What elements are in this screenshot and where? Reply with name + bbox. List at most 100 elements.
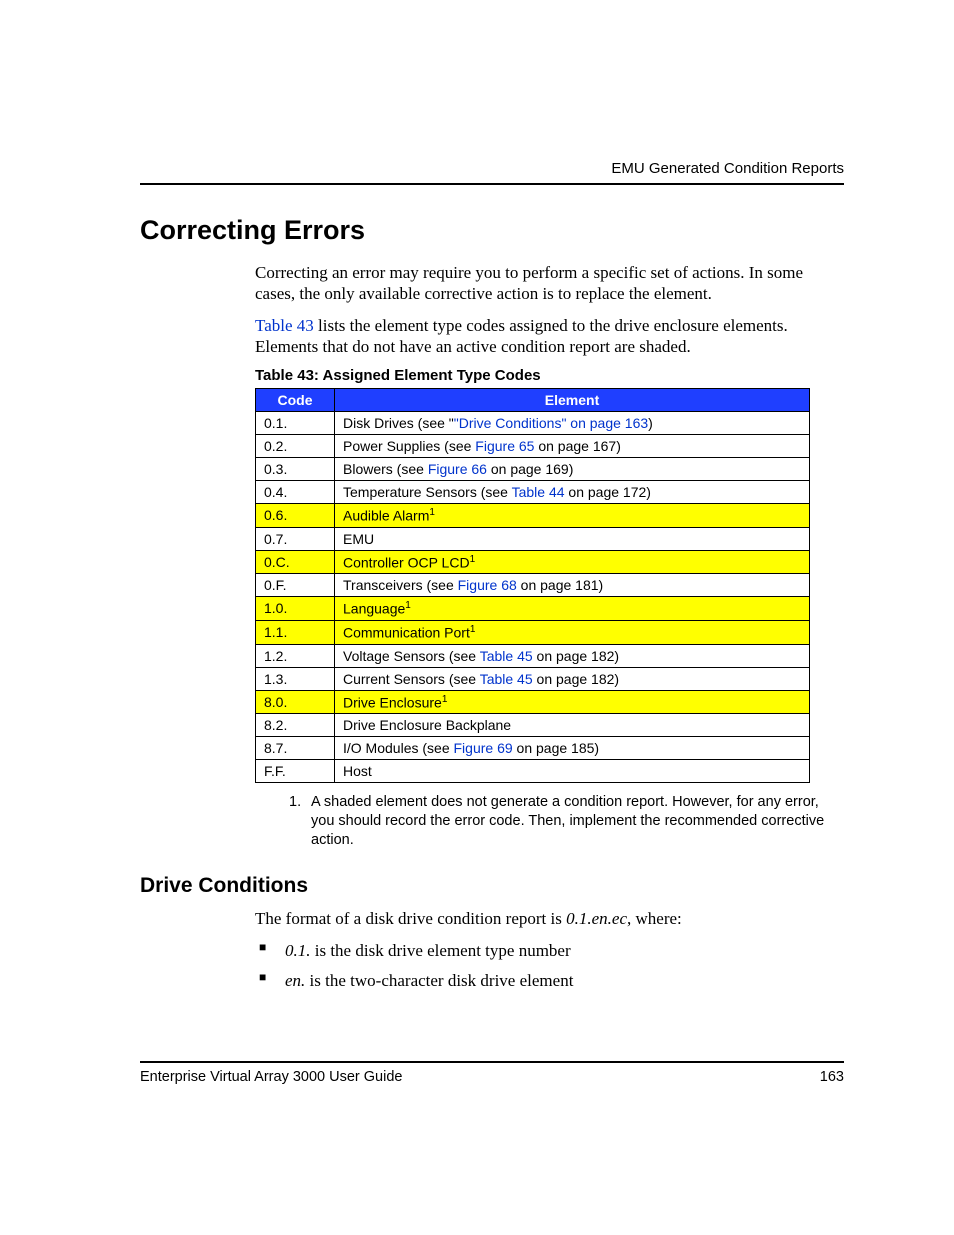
cell-element-link[interactable]: Figure 68 (458, 577, 517, 593)
cell-element-link[interactable]: "Drive Conditions" on page 163 (454, 415, 648, 431)
cell-element: Communication Port1 (335, 620, 810, 644)
cell-code: 0.2. (256, 435, 335, 458)
cell-element: Controller OCP LCD1 (335, 550, 810, 574)
table-row: 1.2.Voltage Sensors (see Table 45 on pag… (256, 644, 810, 667)
cell-element-pre: Voltage Sensors (see (343, 648, 480, 664)
cell-element: Temperature Sensors (see Table 44 on pag… (335, 481, 810, 504)
table-element-type-codes: Code Element 0.1.Disk Drives (see ""Driv… (255, 388, 810, 783)
cell-element-pre: EMU (343, 531, 374, 547)
section-heading-drive-conditions: Drive Conditions (140, 874, 844, 898)
table-row: 0.3.Blowers (see Figure 66 on page 169) (256, 458, 810, 481)
section-heading-correcting-errors: Correcting Errors (140, 215, 844, 246)
cell-element: Transceivers (see Figure 68 on page 181) (335, 574, 810, 597)
para-drive-format: The format of a disk drive condition rep… (255, 908, 844, 929)
cell-code: 0.7. (256, 527, 335, 550)
cell-element-pre: Blowers (see (343, 461, 428, 477)
header-rule (140, 183, 844, 185)
table-row: 8.2.Drive Enclosure Backplane (256, 714, 810, 737)
cell-element-post: on page 172) (565, 484, 651, 500)
cell-element-pre: Power Supplies (see (343, 438, 475, 454)
bullet-1-i: 0.1. (285, 941, 311, 960)
cell-element-post: on page 182) (533, 671, 619, 687)
bullet-2-i: en. (285, 971, 305, 990)
table-footnote: 1. A shaded element does not generate a … (289, 793, 844, 850)
cell-element-pre: Drive Enclosure (343, 694, 442, 710)
cell-element-pre: Audible Alarm (343, 508, 429, 524)
bullet-1-t: is the disk drive element type number (311, 941, 571, 960)
cell-code: 1.0. (256, 597, 335, 621)
cell-element: I/O Modules (see Figure 69 on page 185) (335, 737, 810, 760)
table-row: 0.6. Audible Alarm1 (256, 504, 810, 528)
bullet-2: en. is the two-character disk drive elem… (255, 969, 844, 993)
footnote-text: A shaded element does not generate a con… (311, 793, 844, 850)
para-intro-2-rest: lists the element type codes assigned to… (255, 316, 788, 356)
page-footer: Enterprise Virtual Array 3000 User Guide… (140, 1061, 844, 1085)
cell-element-pre: Disk Drives (see " (343, 415, 454, 431)
link-table43[interactable]: Table 43 (255, 316, 314, 335)
th-code: Code (256, 389, 335, 412)
cell-element: Host (335, 760, 810, 783)
cell-element-post: ) (648, 415, 653, 431)
cell-element-sup: 1 (442, 694, 448, 705)
drive-format-bullets: 0.1. is the disk drive element type numb… (255, 939, 844, 993)
cell-code: 0.4. (256, 481, 335, 504)
cell-element-pre: Controller OCP LCD (343, 554, 470, 570)
para-intro-2: Table 43 lists the element type codes as… (255, 315, 844, 358)
table-row: 1.1.Communication Port1 (256, 620, 810, 644)
table-row: 1.3.Current Sensors (see Table 45 on pag… (256, 667, 810, 690)
cell-code: 0.6. (256, 504, 335, 528)
para-drive-format-b: , where: (627, 909, 682, 928)
th-element: Element (335, 389, 810, 412)
cell-element-post: on page 169) (487, 461, 573, 477)
table-row: 0.7. EMU (256, 527, 810, 550)
cell-element-link[interactable]: Figure 69 (454, 740, 513, 756)
cell-element: Language1 (335, 597, 810, 621)
cell-element-link[interactable]: Figure 65 (475, 438, 534, 454)
cell-element-post: on page 181) (517, 577, 603, 593)
para-drive-format-i: 0.1.en.ec (566, 909, 627, 928)
cell-element: Drive Enclosure Backplane (335, 714, 810, 737)
cell-element-pre: I/O Modules (see (343, 740, 454, 756)
cell-code: F.F. (256, 760, 335, 783)
cell-code: 8.0. (256, 690, 335, 714)
cell-element-post: on page 185) (513, 740, 599, 756)
running-header: EMU Generated Condition Reports (140, 160, 844, 177)
footer-page-number: 163 (820, 1069, 844, 1085)
bullet-1: 0.1. is the disk drive element type numb… (255, 939, 844, 963)
cell-element: Blowers (see Figure 66 on page 169) (335, 458, 810, 481)
cell-element-link[interactable]: Table 44 (512, 484, 565, 500)
bullet-2-t: is the two-character disk drive element (305, 971, 573, 990)
cell-code: 1.2. (256, 644, 335, 667)
cell-element-post: on page 167) (534, 438, 620, 454)
cell-element-link[interactable]: Table 45 (480, 671, 533, 687)
cell-code: 0.3. (256, 458, 335, 481)
cell-code: 0.1. (256, 412, 335, 435)
cell-element-pre: Drive Enclosure Backplane (343, 717, 511, 733)
cell-element-link[interactable]: Table 45 (480, 648, 533, 664)
table-row: 0.2.Power Supplies (see Figure 65 on pag… (256, 435, 810, 458)
cell-element: Drive Enclosure1 (335, 690, 810, 714)
cell-code: 0.C. (256, 550, 335, 574)
footer-doc-title: Enterprise Virtual Array 3000 User Guide (140, 1069, 402, 1085)
table-row: F.F.Host (256, 760, 810, 783)
cell-element: Disk Drives (see ""Drive Conditions" on … (335, 412, 810, 435)
cell-element: EMU (335, 527, 810, 550)
cell-element-link[interactable]: Figure 66 (428, 461, 487, 477)
cell-element-sup: 1 (470, 554, 476, 565)
table-row: 0.1.Disk Drives (see ""Drive Conditions"… (256, 412, 810, 435)
table-row: 8.7.I/O Modules (see Figure 69 on page 1… (256, 737, 810, 760)
cell-element: Power Supplies (see Figure 65 on page 16… (335, 435, 810, 458)
cell-element-pre: Transceivers (see (343, 577, 458, 593)
cell-element-sup: 1 (405, 600, 411, 611)
table-row: 0.C.Controller OCP LCD1 (256, 550, 810, 574)
table-row: 8.0.Drive Enclosure1 (256, 690, 810, 714)
cell-element-sup: 1 (429, 507, 435, 518)
cell-element-pre: Temperature Sensors (see (343, 484, 512, 500)
cell-element: Voltage Sensors (see Table 45 on page 18… (335, 644, 810, 667)
table-caption: Table 43: Assigned Element Type Codes (255, 367, 844, 384)
cell-code: 1.1. (256, 620, 335, 644)
footnote-number: 1. (289, 793, 311, 850)
cell-code: 8.7. (256, 737, 335, 760)
cell-element-pre: Communication Port (343, 625, 470, 641)
table-row: 0.F.Transceivers (see Figure 68 on page … (256, 574, 810, 597)
